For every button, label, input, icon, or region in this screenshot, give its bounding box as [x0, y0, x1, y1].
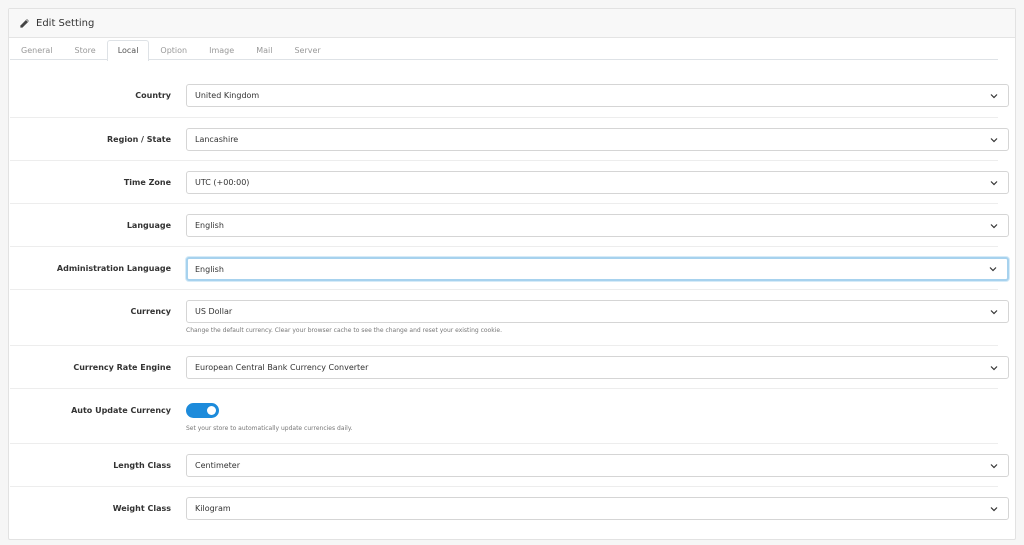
region-value: Lancashire: [195, 135, 239, 144]
chevron-down-icon: [989, 265, 997, 273]
weight-class-select[interactable]: Kilogram: [186, 497, 1009, 520]
currency-row: Currency US Dollar Change the default cu…: [10, 290, 1009, 346]
language-select[interactable]: English: [186, 214, 1009, 237]
timezone-select[interactable]: UTC (+00:00): [186, 171, 1009, 194]
currency-help: Change the default currency. Clear your …: [186, 327, 502, 334]
tab-mail[interactable]: Mail: [245, 40, 283, 61]
admin-language-value: English: [195, 264, 224, 274]
length-class-row: Length Class Centimeter: [10, 444, 1009, 487]
region-row: Region / State Lancashire: [10, 118, 1009, 161]
currency-value: US Dollar: [195, 307, 233, 316]
weight-class-value: Kilogram: [195, 504, 231, 513]
currency-engine-label: Currency Rate Engine: [73, 363, 171, 372]
language-value: English: [195, 221, 224, 230]
auto-update-toggle[interactable]: [186, 403, 219, 418]
chevron-down-icon: [990, 505, 998, 513]
chevron-down-icon: [990, 462, 998, 470]
region-label: Region / State: [107, 135, 171, 144]
length-class-value: Centimeter: [195, 461, 240, 470]
country-row: Country United Kingdom: [10, 75, 1009, 118]
admin-language-select[interactable]: English: [186, 257, 1009, 281]
language-row: Language English: [10, 204, 1009, 247]
country-label: Country: [135, 91, 171, 100]
timezone-value: UTC (+00:00): [195, 178, 250, 187]
currency-label: Currency: [130, 307, 171, 316]
chevron-down-icon: [990, 136, 998, 144]
currency-engine-select[interactable]: European Central Bank Currency Converter: [186, 356, 1009, 379]
auto-update-label: Auto Update Currency: [71, 406, 171, 415]
currency-engine-row: Currency Rate Engine European Central Ba…: [10, 346, 1009, 389]
currency-select[interactable]: US Dollar: [186, 300, 1009, 323]
chevron-down-icon: [990, 92, 998, 100]
tab-store[interactable]: Store: [64, 40, 107, 61]
chevron-down-icon: [990, 179, 998, 187]
tab-image[interactable]: Image: [198, 40, 245, 61]
pencil-icon: [19, 18, 30, 29]
toggle-knob: [207, 406, 216, 415]
timezone-label: Time Zone: [123, 178, 171, 187]
length-class-select[interactable]: Centimeter: [186, 454, 1009, 477]
length-class-label: Length Class: [113, 461, 171, 470]
weight-class-row: Weight Class Kilogram: [10, 487, 1009, 530]
chevron-down-icon: [990, 364, 998, 372]
currency-engine-value: European Central Bank Currency Converter: [195, 363, 369, 372]
country-value: United Kingdom: [195, 91, 260, 100]
page-title: Edit Setting: [36, 17, 95, 29]
region-select[interactable]: Lancashire: [186, 128, 1009, 151]
tab-general[interactable]: General: [10, 40, 64, 61]
country-select[interactable]: United Kingdom: [186, 84, 1009, 107]
card-header: Edit Setting: [9, 9, 1015, 38]
auto-update-row: Auto Update Currency Set your store to a…: [10, 389, 998, 444]
weight-class-label: Weight Class: [112, 504, 171, 513]
chevron-down-icon: [990, 308, 998, 316]
language-label: Language: [126, 221, 171, 230]
tab-bar: General Store Local Option Image Mail Se…: [10, 40, 998, 61]
chevron-down-icon: [990, 222, 998, 230]
auto-update-help: Set your store to automatically update c…: [186, 425, 353, 432]
admin-language-row: Administration Language English: [10, 247, 1009, 290]
tab-server[interactable]: Server: [283, 40, 331, 61]
admin-language-label: Administration Language: [56, 264, 171, 273]
tab-local[interactable]: Local: [106, 40, 150, 61]
timezone-row: Time Zone UTC (+00:00): [10, 161, 1009, 204]
tab-option[interactable]: Option: [149, 40, 198, 61]
